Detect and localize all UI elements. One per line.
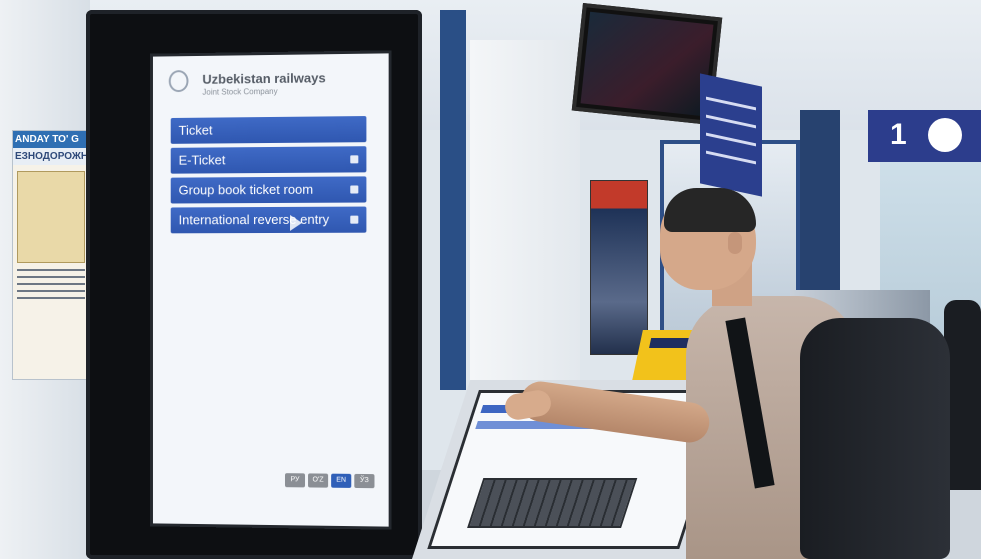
lang-button-ru[interactable]: РУ — [285, 473, 305, 487]
company-name: Uzbekistan railways — [202, 70, 325, 87]
photo-scene: ANDAY TO' G ЕЗНОДОРОЖНЬ 1 Uzbekistan rai… — [0, 0, 981, 559]
lang-button-oz[interactable]: O'Z — [308, 473, 328, 487]
backpack — [800, 318, 950, 559]
wall-column — [470, 40, 580, 420]
menu-item-label: Group book ticket room — [179, 182, 314, 198]
play-watermark-icon — [290, 215, 302, 231]
on-screen-keyboard[interactable] — [467, 478, 637, 528]
railway-logo-icon — [928, 118, 962, 152]
menu-arrow-icon — [350, 185, 358, 193]
window-number-sign: 1 — [868, 110, 981, 162]
language-switcher: РУ O'Z EN ЎЗ — [285, 473, 374, 488]
man-hair — [664, 188, 756, 232]
kiosk-header: Uzbekistan railways Joint Stock Company — [163, 64, 379, 103]
menu-item-label: Ticket — [179, 123, 213, 138]
kiosk-screen: Uzbekistan railways Joint Stock Company … — [153, 53, 389, 526]
menu-arrow-icon — [350, 216, 358, 224]
left-poster-subheader: ЕЗНОДОРОЖНЬ — [13, 148, 89, 165]
menu-item-ticket[interactable]: Ticket — [171, 116, 367, 144]
menu-arrow-icon — [350, 155, 358, 163]
window-frame — [440, 10, 466, 390]
lang-button-uz[interactable]: ЎЗ — [354, 474, 374, 488]
promo-poster — [590, 180, 648, 355]
kiosk-menu: Ticket E-Ticket Group book ticket room I… — [171, 116, 367, 237]
left-poster-header: ANDAY TO' G — [13, 131, 89, 148]
menu-item-label: International reverse entry — [179, 212, 330, 228]
man-ear — [728, 232, 742, 254]
poster-text-lines — [13, 269, 89, 299]
menu-item-international[interactable]: International reverse entry — [171, 207, 367, 234]
left-poster: ANDAY TO' G ЕЗНОДОРОЖНЬ — [12, 130, 90, 380]
company-type: Joint Stock Company — [202, 87, 277, 97]
menu-item-group-book[interactable]: Group book ticket room — [171, 176, 367, 203]
ticket-illustration — [17, 171, 85, 263]
menu-item-e-ticket[interactable]: E-Ticket — [171, 146, 367, 173]
ticket-bureau-sign — [700, 73, 762, 196]
railway-logo-icon — [169, 70, 189, 92]
window-number: 1 — [890, 118, 907, 152]
lang-button-en[interactable]: EN — [331, 474, 351, 488]
menu-item-label: E-Ticket — [179, 152, 226, 167]
tv-screen — [581, 12, 714, 116]
